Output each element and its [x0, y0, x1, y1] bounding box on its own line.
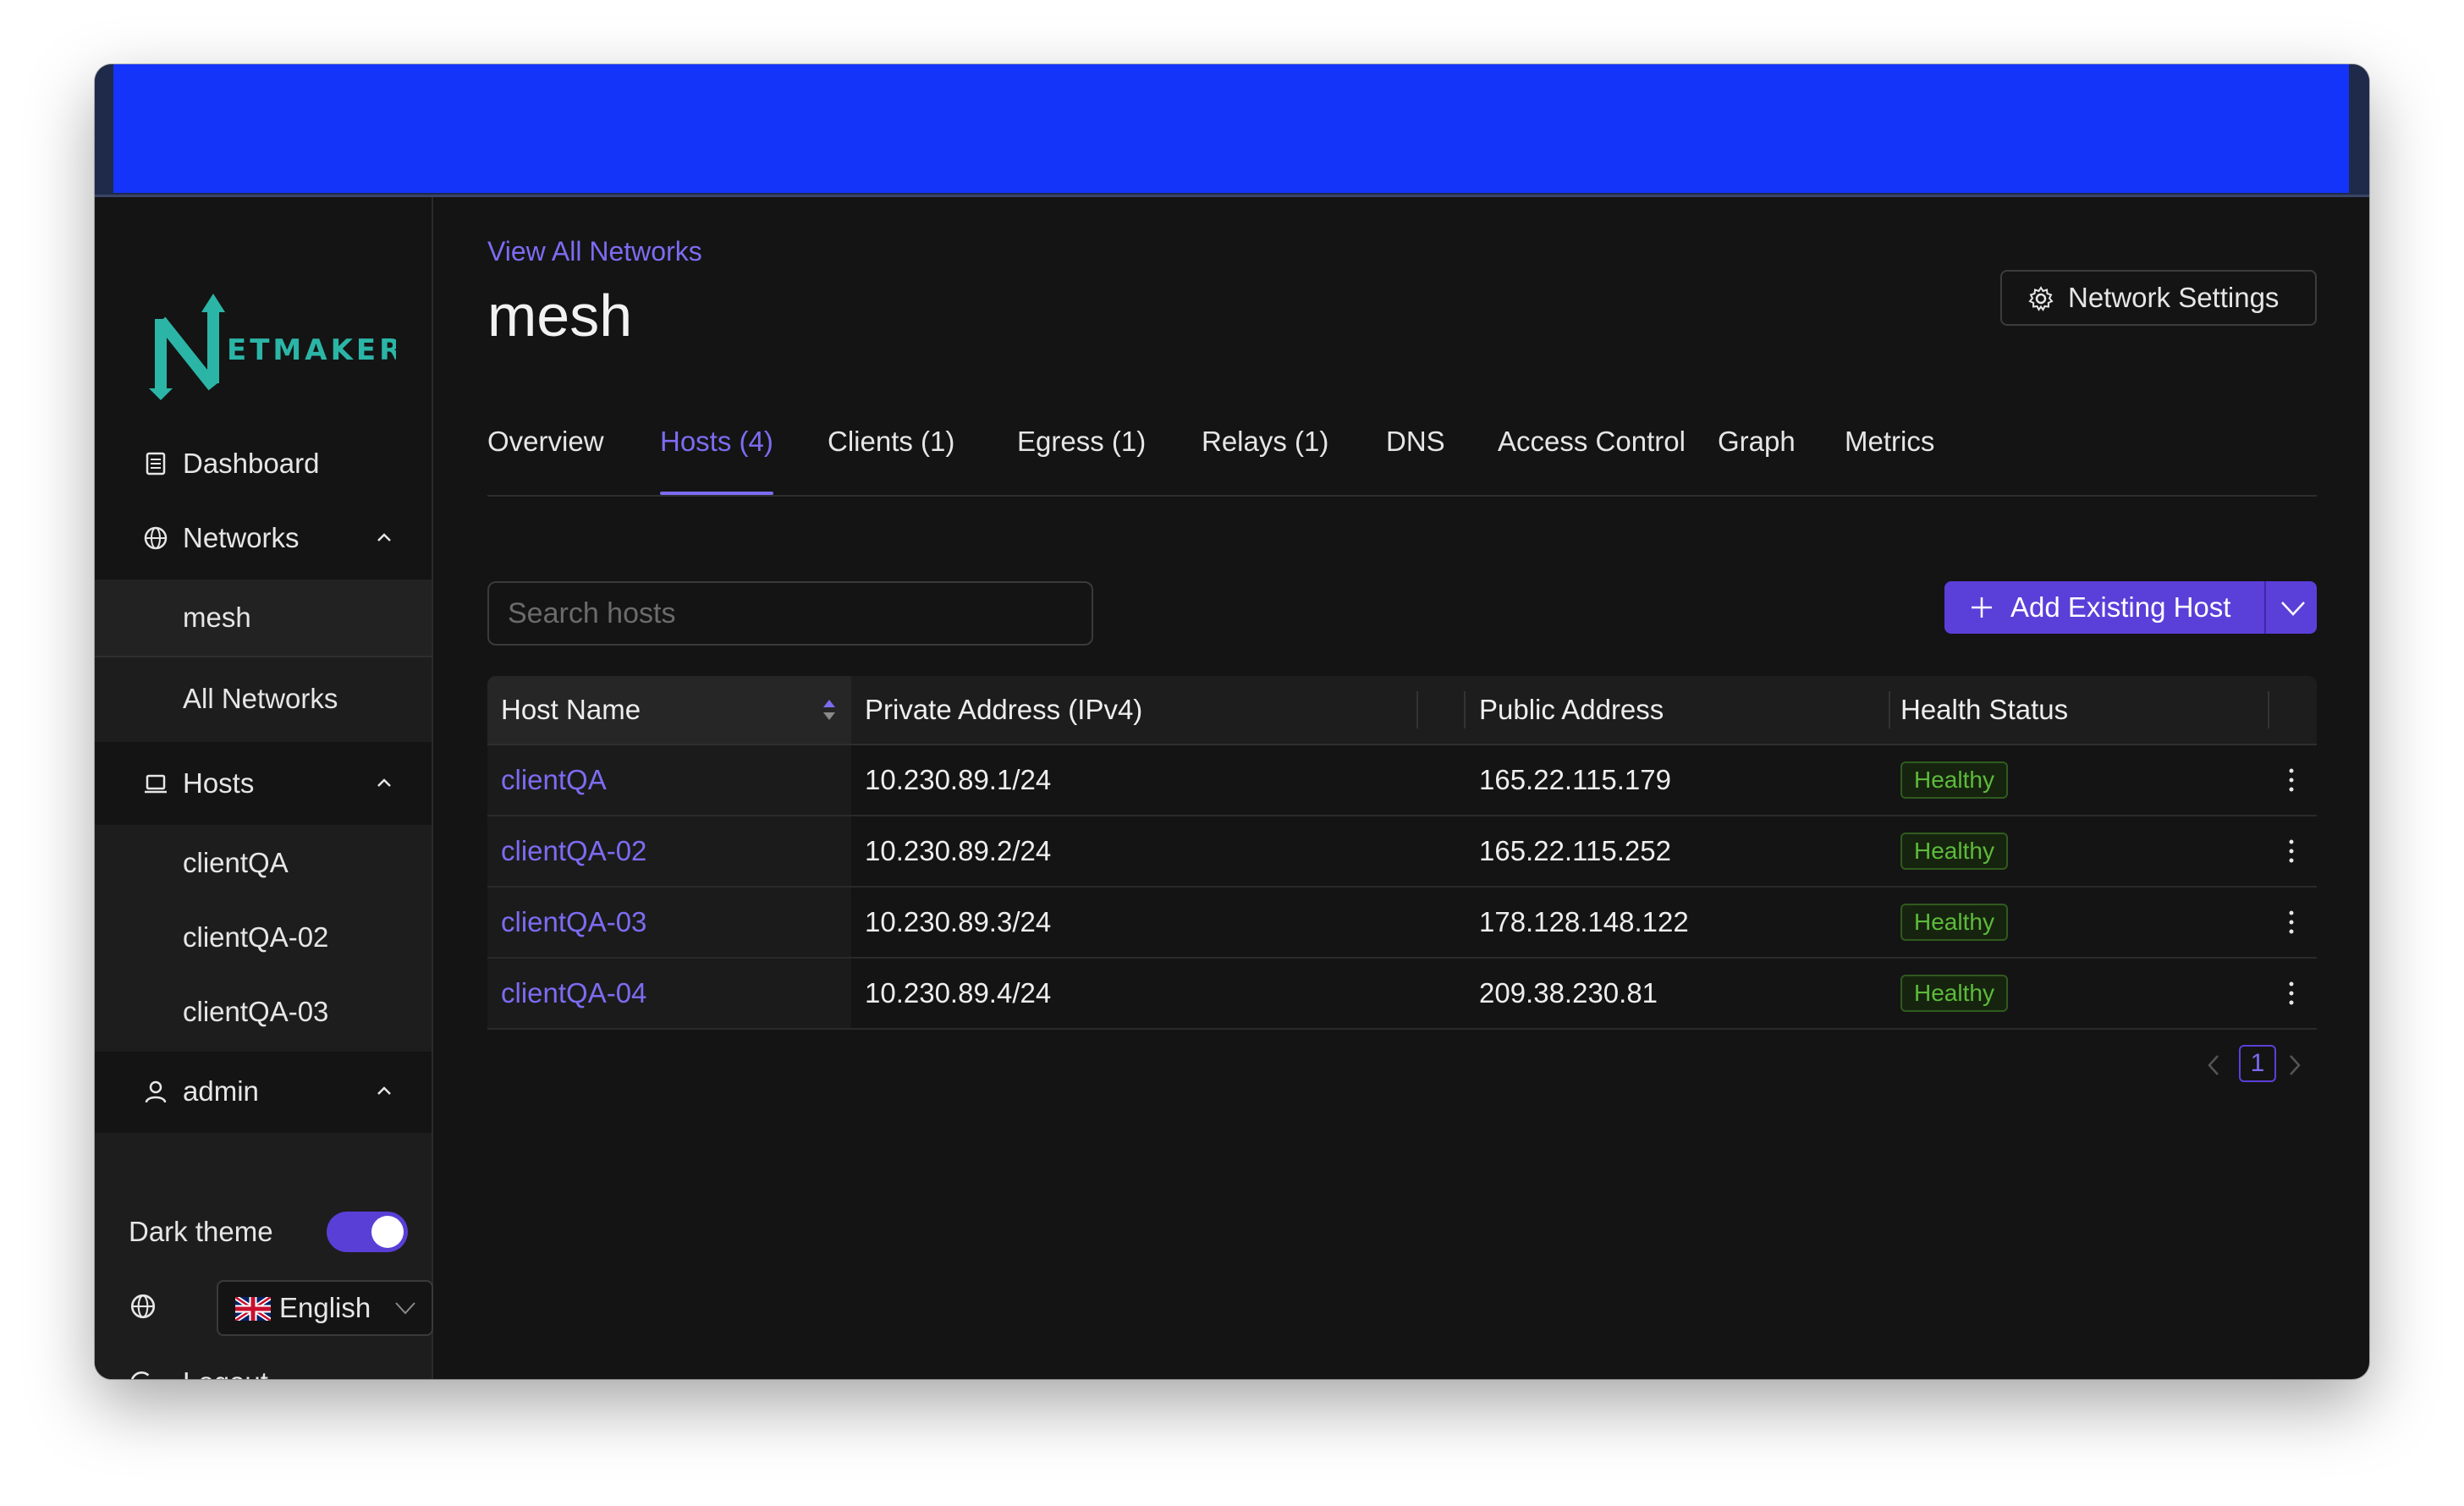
globe-icon	[130, 1294, 156, 1319]
tab-egress[interactable]: Egress (1)	[1017, 426, 1146, 493]
table-row: clientQA-03 10.230.89.3/24 178.128.148.1…	[487, 888, 2317, 959]
public-address: 178.128.148.122	[1479, 906, 1689, 937]
sidebar-item-host[interactable]: clientQA-02	[95, 899, 432, 976]
private-address: 10.230.89.3/24	[865, 906, 1052, 937]
status-badge: Healthy	[1900, 904, 2008, 941]
logout-icon	[131, 1371, 150, 1379]
dashboard-icon	[146, 452, 166, 475]
add-existing-host-label: Add Existing Host	[2010, 591, 2231, 623]
window-topbar	[95, 64, 2369, 197]
language-row: English	[129, 1277, 433, 1336]
tab-graph[interactable]: Graph	[1718, 426, 1796, 493]
tab-hosts[interactable]: Hosts (4)	[660, 426, 773, 495]
dark-theme-row: Dark theme	[129, 1202, 408, 1261]
more-options-icon[interactable]	[2288, 838, 2295, 864]
public-address: 209.38.230.81	[1479, 977, 1658, 1009]
table-row: clientQA-04 10.230.89.4/24 209.38.230.81…	[487, 959, 2317, 1030]
sidebar-item-admin[interactable]: admin	[95, 1053, 432, 1130]
sidebar-item-networks[interactable]: Networks	[95, 500, 432, 576]
language-select[interactable]: English	[217, 1280, 433, 1336]
host-name-link[interactable]: clientQA-02	[501, 816, 646, 886]
table-header: Host Name Private Address (IPv4) Public …	[487, 676, 2317, 745]
tab-dns[interactable]: DNS	[1386, 426, 1445, 493]
host-name-link[interactable]: clientQA-04	[501, 959, 646, 1028]
more-options-icon[interactable]	[2288, 981, 2295, 1006]
plus-icon	[1972, 597, 1992, 618]
chevron-up-icon	[377, 778, 391, 787]
add-existing-host-button[interactable]: Add Existing Host	[1944, 581, 2317, 634]
column-header-health-status: Health Status	[1900, 694, 2069, 725]
network-settings-label: Network Settings	[2068, 282, 2280, 313]
table-row: clientQA-02 10.230.89.2/24 165.22.115.25…	[487, 816, 2317, 888]
column-header-private-address: Private Address (IPv4)	[865, 694, 1143, 725]
dark-theme-label: Dark theme	[129, 1216, 273, 1247]
language-value: English	[279, 1292, 371, 1323]
tab-overview[interactable]: Overview	[487, 426, 604, 493]
logout-button[interactable]: Logout	[129, 1353, 408, 1379]
sidebar-item-label: Hosts	[183, 767, 255, 799]
user-icon	[145, 1080, 167, 1103]
sidebar-item-hosts[interactable]: Hosts	[95, 745, 432, 822]
chevron-up-icon	[377, 533, 391, 541]
column-header-host-name[interactable]: Host Name	[487, 676, 851, 744]
chevron-left-icon[interactable]	[2205, 1053, 2222, 1077]
globe-icon	[144, 526, 168, 550]
network-settings-button[interactable]: Network Settings	[2000, 270, 2317, 326]
status-badge: Healthy	[1900, 833, 2008, 870]
sidebar-item-dashboard[interactable]: Dashboard	[95, 426, 432, 502]
status-badge: Healthy	[1900, 761, 2008, 799]
sidebar-item-host[interactable]: clientQA-03	[95, 974, 432, 1050]
tab-metrics[interactable]: Metrics	[1845, 426, 1934, 493]
public-address: 165.22.115.179	[1479, 764, 1671, 795]
page-title: mesh	[487, 283, 633, 349]
dark-theme-toggle[interactable]	[327, 1212, 408, 1252]
chevron-down-icon	[395, 1302, 415, 1315]
tab-access-control[interactable]: Access Control	[1498, 426, 1686, 493]
table-row: clientQA 10.230.89.1/24 165.22.115.179 H…	[487, 745, 2317, 816]
private-address: 10.230.89.1/24	[865, 764, 1052, 795]
status-badge: Healthy	[1900, 975, 2008, 1012]
sidebar: ETMAKER Dashboard Networks mesh All Netw…	[95, 197, 433, 1379]
pagination: 1	[2198, 1043, 2317, 1086]
tab-clients[interactable]: Clients (1)	[828, 426, 954, 493]
main-content: View All Networks mesh Network Settings …	[487, 197, 2317, 1379]
search-hosts-input[interactable]	[487, 581, 1093, 646]
laptop-icon	[145, 774, 167, 794]
uk-flag-icon	[235, 1297, 271, 1321]
host-name-link[interactable]: clientQA-03	[501, 888, 646, 957]
networks-submenu: mesh All Networks	[95, 580, 432, 742]
gear-icon	[2028, 286, 2054, 311]
sidebar-item-label: Networks	[183, 522, 300, 553]
more-options-icon[interactable]	[2288, 910, 2295, 935]
svg-text:ETMAKER: ETMAKER	[227, 333, 396, 367]
sidebar-item-mesh[interactable]: mesh	[95, 580, 432, 657]
chevron-up-icon	[377, 1086, 391, 1095]
private-address: 10.230.89.2/24	[865, 835, 1052, 866]
hosts-submenu: clientQA clientQA-02 clientQA-03	[95, 825, 432, 1052]
sort-icon[interactable]	[821, 695, 838, 725]
app-window: ETMAKER Dashboard Networks mesh All Netw…	[95, 64, 2369, 1379]
breadcrumb-view-all-networks[interactable]: View All Networks	[487, 236, 702, 267]
logout-label: Logout	[183, 1366, 268, 1379]
top-banner	[113, 64, 2349, 193]
chevron-down-icon[interactable]	[2280, 596, 2307, 620]
public-address: 165.22.115.252	[1479, 835, 1671, 866]
more-options-icon[interactable]	[2288, 767, 2295, 793]
private-address: 10.230.89.4/24	[865, 977, 1052, 1009]
netmaker-logo[interactable]: ETMAKER	[142, 292, 401, 402]
page-number[interactable]: 1	[2239, 1045, 2276, 1082]
column-header-public-address: Public Address	[1479, 694, 1664, 725]
sidebar-item-label: admin	[183, 1075, 259, 1107]
host-name-link[interactable]: clientQA	[501, 745, 607, 815]
sidebar-item-label: Dashboard	[183, 448, 320, 479]
sidebar-item-host[interactable]: clientQA	[95, 825, 432, 901]
tab-relays[interactable]: Relays (1)	[1202, 426, 1328, 493]
chevron-right-icon[interactable]	[2286, 1053, 2303, 1077]
network-tabs: Overview Hosts (4) Clients (1) Egress (1…	[487, 426, 2317, 497]
sidebar-item-all-networks[interactable]: All Networks	[95, 661, 432, 737]
